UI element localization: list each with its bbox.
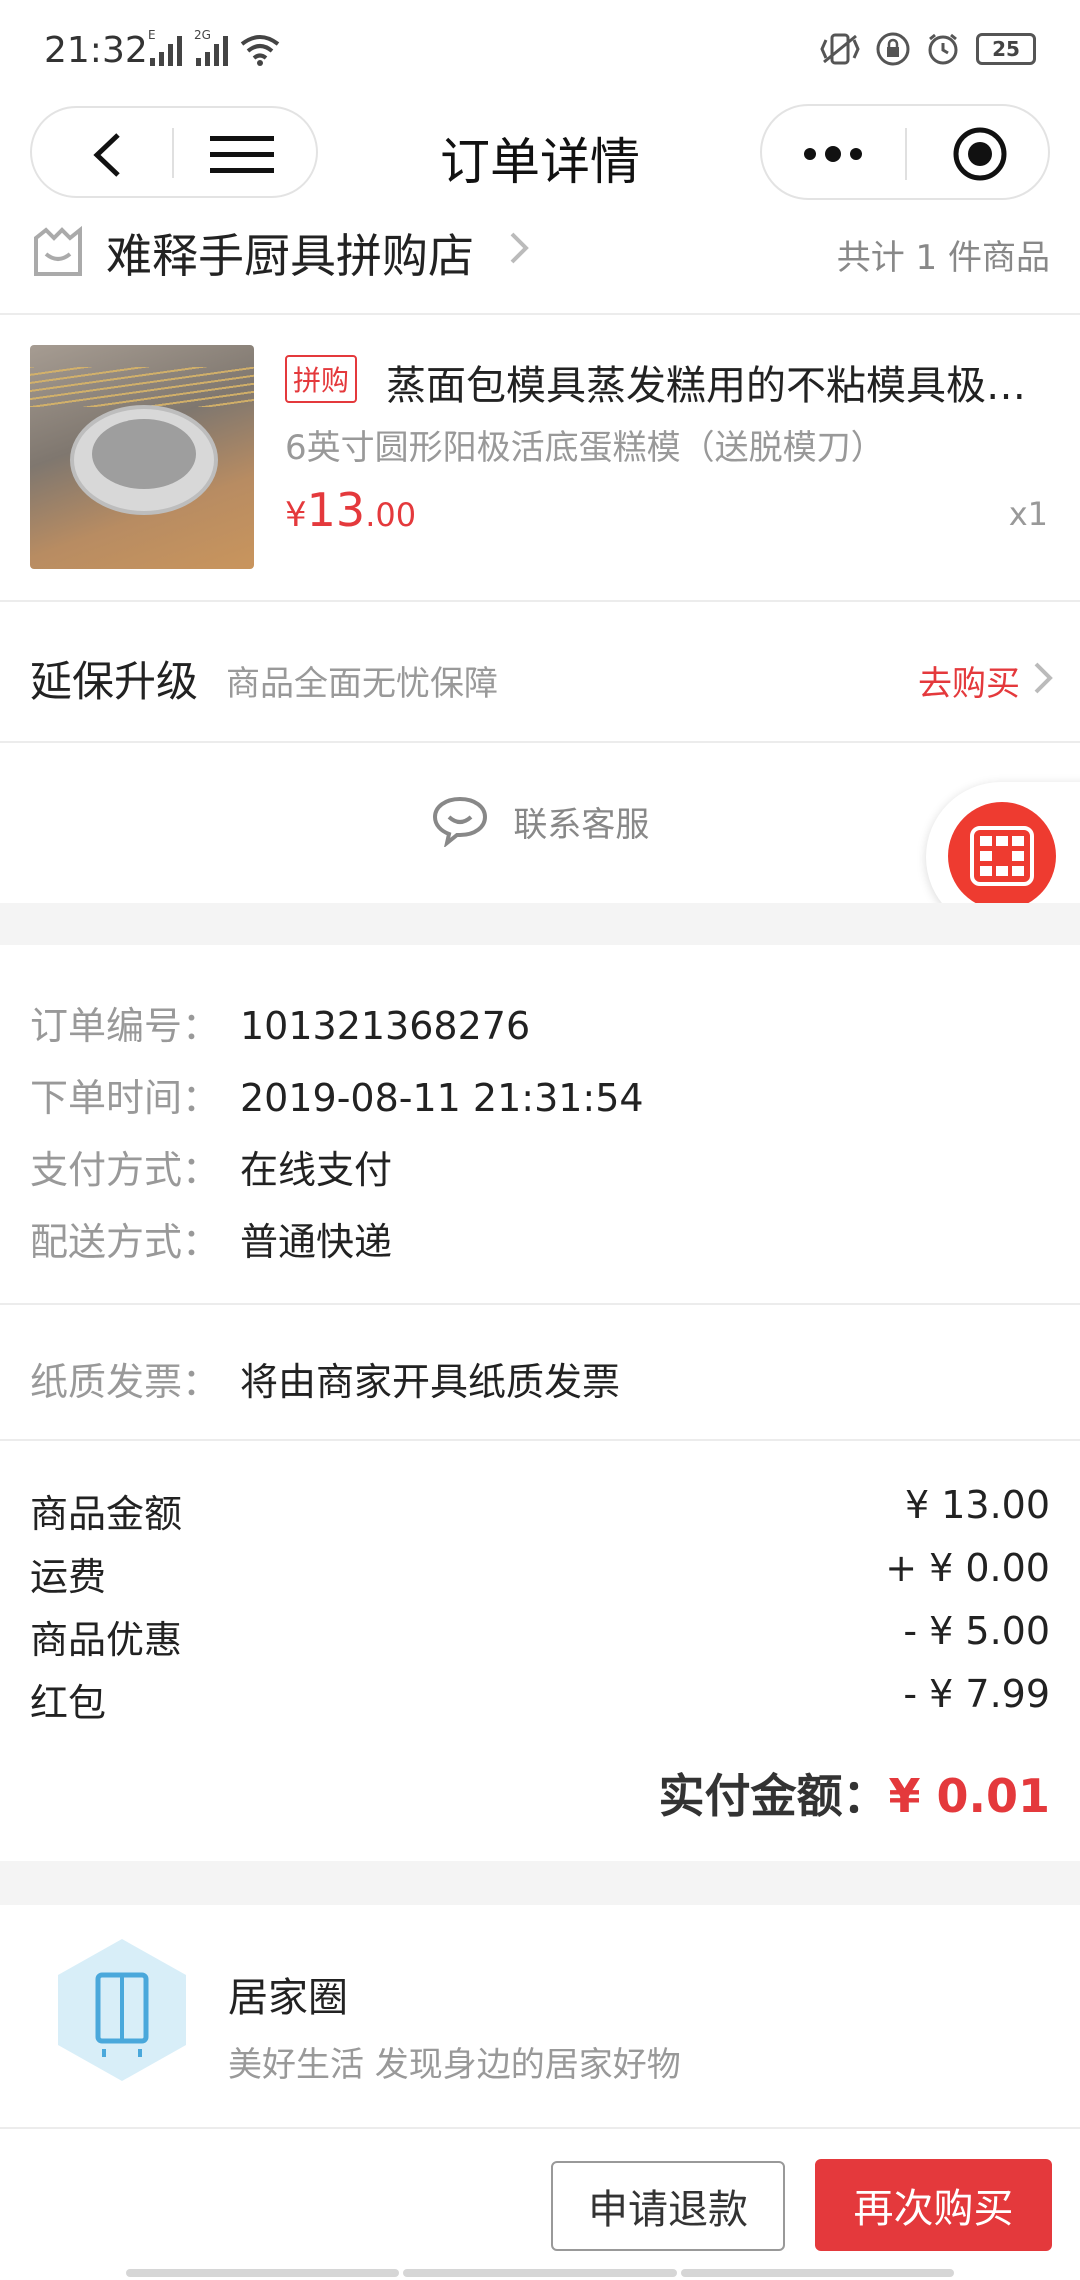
section-gap	[0, 903, 1080, 945]
invoice-value: 将由商家开具纸质发票	[240, 1360, 621, 1404]
actual-paid-value: ¥ 0.01	[888, 1769, 1050, 1823]
item-count: 共计 1 件商品	[836, 238, 1050, 278]
contact-service-row: 联系客服	[0, 743, 1080, 903]
order-time: 2019-08-11 21:31:54	[240, 1076, 644, 1120]
red-packet-row: 红包 - ¥ 7.99	[30, 1672, 1050, 1725]
vibrate-icon	[820, 33, 860, 65]
contact-service-button[interactable]: 联系客服	[431, 796, 649, 847]
cabinet-hexagon-icon	[58, 1939, 186, 2081]
more-dots-icon[interactable]	[800, 134, 866, 174]
warranty-buy-link[interactable]: 去购买	[918, 656, 1020, 705]
lock-icon	[876, 32, 910, 66]
contact-service-label: 联系客服	[513, 804, 650, 845]
status-bar: 21:32 E 2G 25	[0, 0, 1080, 100]
bottom-action-bar: 申请退款 再次购买	[0, 2127, 1080, 2280]
product-price: ¥13.00	[285, 483, 417, 537]
chat-bubble-icon	[432, 796, 487, 847]
alarm-icon	[928, 33, 958, 65]
product-item[interactable]: 拼购 蒸面包模具蒸发糕用的不粘模具极… 6英寸圆形阳极活底蛋糕模（送脱模刀） ¥…	[0, 315, 1080, 602]
nav-capsule-right	[760, 104, 1050, 200]
goods-discount-row: 商品优惠 - ¥ 5.00	[30, 1609, 1050, 1662]
target-icon[interactable]	[952, 126, 1008, 182]
red-envelope-grid-icon	[970, 826, 1034, 886]
order-number-row: 订单编号： 101321368276	[30, 1004, 531, 1048]
signal-icon: 2G	[194, 28, 228, 66]
chevron-right-icon	[1034, 662, 1053, 694]
delivery-method: 普通快递	[240, 1220, 393, 1264]
nav-bar: 订单详情	[0, 100, 1080, 210]
order-info-section: 订单编号： 101321368276 下单时间： 2019-08-11 21:31:…	[0, 945, 1080, 1305]
delivery-method-row: 配送方式： 普通快递	[30, 1220, 393, 1264]
home-circle-title: 居家圈	[228, 1975, 348, 2021]
signal-icon: E	[148, 28, 182, 66]
warranty-desc: 商品全面无忧保障	[226, 664, 498, 704]
payment-method: 在线支付	[240, 1148, 393, 1192]
refund-button[interactable]: 申请退款	[551, 2161, 785, 2251]
shop-icon	[34, 225, 82, 276]
product-title[interactable]: 蒸面包模具蒸发糕用的不粘模具极…	[386, 353, 1050, 411]
status-time: 21:32	[44, 30, 148, 71]
product-quantity: x1	[1008, 495, 1048, 533]
home-circle-subtitle: 美好生活 发现身边的居家好物	[228, 2045, 681, 2085]
invoice-row: 纸质发票： 将由商家开具纸质发票	[0, 1307, 1080, 1441]
shop-name[interactable]: 难释手厨具拼购店	[106, 220, 474, 286]
chevron-right-icon	[510, 232, 529, 264]
wifi-icon	[240, 35, 280, 66]
section-gap	[0, 1861, 1080, 1905]
battery-icon: 25	[976, 33, 1036, 65]
payment-method-row: 支付方式： 在线支付	[30, 1148, 393, 1192]
home-circle-card[interactable]: 居家圈 美好生活 发现身边的居家好物	[0, 1905, 1080, 2127]
shop-row[interactable]: 难释手厨具拼购店 共计 1 件商品	[0, 210, 1080, 315]
amount-summary: 商品金额 ¥ 13.00 运费 + ¥ 0.00 商品优惠 - ¥ 5.00 红包 - …	[0, 1443, 1080, 1861]
warranty-row[interactable]: 延保升级 商品全面无忧保障 去购买	[0, 602, 1080, 743]
actual-paid: 实付金额：¥ 0.01	[658, 1769, 1050, 1823]
warranty-title: 延保升级	[30, 657, 199, 706]
order-time-row: 下单时间： 2019-08-11 21:31:54	[30, 1076, 644, 1120]
nav-gesture-bar	[126, 2269, 954, 2277]
rebuy-button[interactable]: 再次购买	[815, 2159, 1052, 2251]
product-sku: 6英寸圆形阳极活底蛋糕模（送脱模刀）	[285, 428, 885, 468]
product-image[interactable]	[30, 345, 254, 569]
goods-amount-row: 商品金额 ¥ 13.00	[30, 1483, 1050, 1536]
order-number: 101321368276	[240, 1004, 531, 1048]
shipping-fee-row: 运费 + ¥ 0.00	[30, 1546, 1050, 1599]
group-buy-badge: 拼购	[285, 355, 358, 403]
